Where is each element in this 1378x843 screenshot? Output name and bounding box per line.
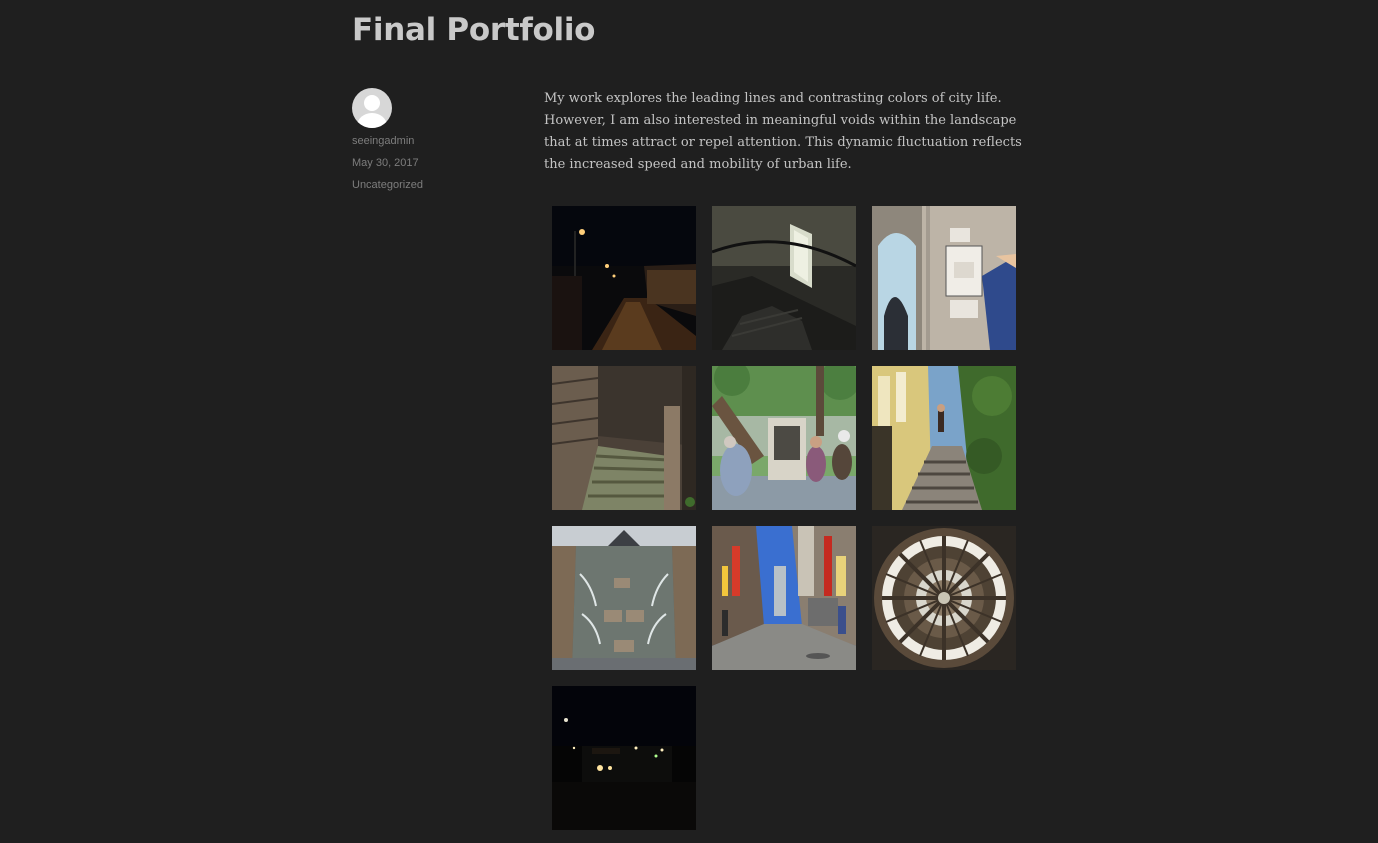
- dark-stairwell-photo: [712, 206, 856, 350]
- gallery-thumb-park-bench[interactable]: [712, 366, 856, 510]
- night-street-photo: [552, 206, 696, 350]
- gallery-thumb-stair-tower[interactable]: [872, 206, 1016, 350]
- gallery-thumb-wooden-stairs[interactable]: [552, 366, 696, 510]
- fountain-water-photo: [552, 526, 696, 670]
- stair-tower-sign-photo: [872, 206, 1016, 350]
- gallery-thumb-chinatown-street[interactable]: [712, 526, 856, 670]
- page-title: Final Portfolio: [352, 12, 596, 48]
- post-body-text: My work explores the leading lines and c…: [544, 91, 1022, 172]
- gallery-thumb-night-street[interactable]: [552, 206, 696, 350]
- dome-ceiling-photo: [872, 526, 1016, 670]
- author-avatar[interactable]: [352, 88, 392, 128]
- post-date-link[interactable]: May 30, 2017: [352, 152, 512, 174]
- avatar-body-shape: [357, 113, 387, 128]
- night-lights-photo: [552, 686, 696, 830]
- park-bench-people-photo: [712, 366, 856, 510]
- gallery-thumb-night-lights[interactable]: [552, 686, 696, 830]
- outdoor-staircase-photo: [872, 366, 1016, 510]
- author-link[interactable]: seeingadmin: [352, 130, 512, 152]
- avatar-head-shape: [364, 95, 380, 111]
- gallery-thumb-outdoor-staircase[interactable]: [872, 366, 1016, 510]
- gallery-thumb-fountain[interactable]: [552, 526, 696, 670]
- gallery-thumb-dome-ceiling[interactable]: [872, 526, 1016, 670]
- wooden-stairs-photo: [552, 366, 696, 510]
- category-link[interactable]: Uncategorized: [352, 174, 512, 196]
- post-meta: seeingadmin May 30, 2017 Uncategorized: [352, 88, 512, 196]
- gallery-thumb-stairwell[interactable]: [712, 206, 856, 350]
- chinatown-street-photo: [712, 526, 856, 670]
- post-content: My work explores the leading lines and c…: [544, 88, 1034, 176]
- photo-gallery: [552, 206, 1032, 830]
